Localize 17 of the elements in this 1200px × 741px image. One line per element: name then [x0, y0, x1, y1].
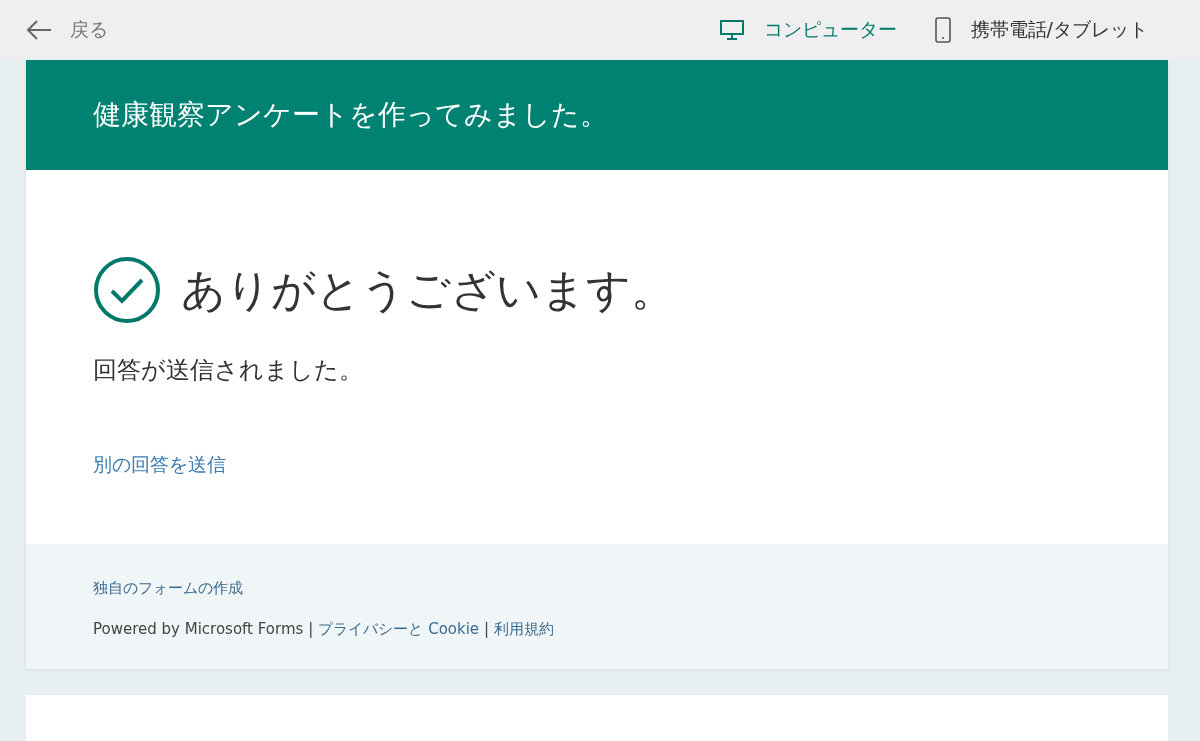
check-circle-icon	[93, 256, 161, 324]
thank-you-heading: ありがとうございます。	[181, 262, 675, 317]
submitted-message: 回答が送信されました。	[93, 355, 364, 386]
powered-by-text: Powered by Microsoft Forms	[93, 620, 304, 639]
footer-link[interactable]: 利用規約	[494, 620, 555, 639]
phone-icon	[934, 17, 951, 43]
separator: |	[484, 620, 490, 639]
back-button[interactable]: 戻る	[26, 17, 108, 43]
separator: |	[308, 620, 314, 639]
monitor-icon	[719, 20, 744, 40]
create-form-link[interactable]: 独自のフォームの作成	[93, 579, 243, 597]
view-tab[interactable]: 携帯電話/タブレット	[934, 17, 1148, 43]
back-arrow-icon	[26, 20, 52, 40]
footer-link[interactable]: プライバシーと Cookie	[318, 620, 480, 639]
view-tab[interactable]: コンピューター	[719, 17, 897, 43]
form-title: 健康観察アンケートを作ってみました。	[93, 97, 608, 133]
submit-another-link[interactable]: 別の回答を送信	[93, 452, 226, 478]
